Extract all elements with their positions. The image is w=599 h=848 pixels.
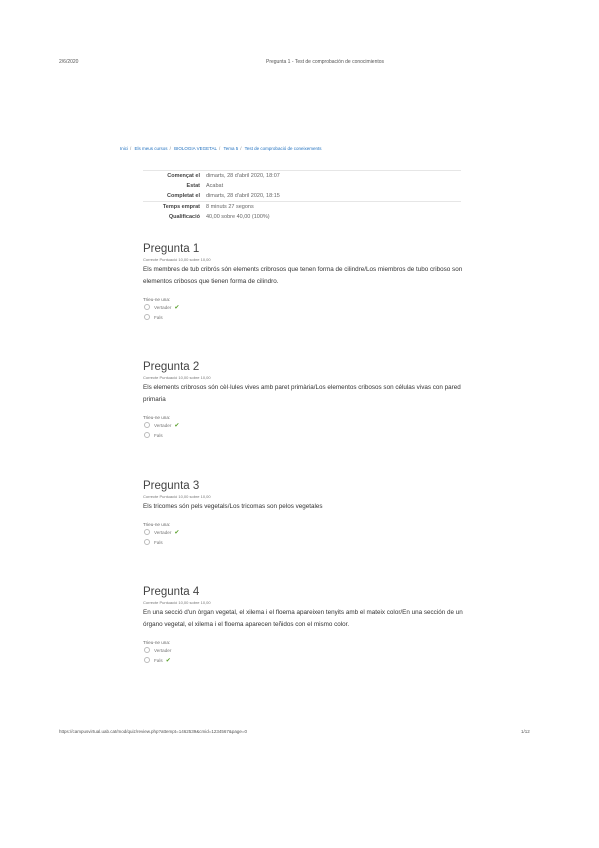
question-text: En una secció d'un òrgan vegetal, el xil…	[143, 609, 463, 628]
option-label: Vertader	[154, 422, 172, 428]
summary-value: dimarts, 28 d'abril 2020, 18:07	[206, 173, 280, 179]
question-text: Els membres de tub cribrós són elements …	[143, 266, 463, 285]
question-meta: Correcte Puntuació 10,00 sobre 10,00	[143, 600, 211, 605]
question-meta: Correcte Puntuació 10,00 sobre 10,00	[143, 494, 211, 499]
summary-value: 40,00 sobre 40,00 (100%)	[206, 214, 270, 220]
answer-option[interactable]: Fals	[143, 537, 473, 547]
option-label: Fals	[154, 314, 163, 320]
breadcrumb-item[interactable]: Tema 5	[223, 146, 238, 151]
option-label: Vertader	[154, 647, 172, 653]
answer-option[interactable]: Vertader	[143, 645, 473, 655]
radio-icon[interactable]	[144, 314, 150, 320]
check-icon: ✔	[174, 529, 180, 536]
option-label: Vertader	[154, 304, 172, 310]
answer-option[interactable]: Vertader ✔	[143, 527, 473, 537]
breadcrumb-item[interactable]: BIOLOGIA VEGETAL	[174, 146, 217, 151]
breadcrumb-separator: /	[219, 146, 221, 151]
answer-option[interactable]: Vertader ✔	[143, 302, 473, 312]
summary-row: Completat el dimarts, 28 d'abril 2020, 18…	[143, 191, 461, 202]
breadcrumb-separator: /	[130, 146, 132, 151]
question-meta: Correcte Puntuació 10,00 sobre 10,00	[143, 375, 211, 380]
breadcrumb-item[interactable]: Inici	[120, 146, 128, 151]
radio-icon[interactable]	[144, 647, 150, 653]
question-text: Els elements cribrosos són cèl·lules viv…	[143, 384, 461, 403]
answer-option[interactable]: Fals	[143, 312, 473, 322]
radio-icon[interactable]	[144, 657, 150, 663]
question-block: Pregunta 4 Correcte Puntuació 10,00 sobr…	[143, 585, 473, 665]
summary-label: Qualificació	[168, 214, 200, 220]
question-block: Pregunta 1 Correcte Puntuació 10,00 sobr…	[143, 242, 473, 322]
summary-label: Estat	[186, 183, 200, 189]
page-title: Pregunta 1 - Test de comprobación de con…	[266, 59, 385, 65]
radio-icon[interactable]	[144, 539, 150, 545]
question-title: Pregunta 1	[143, 243, 200, 255]
question-meta: Correcte Puntuació 10,00 sobre 10,00	[143, 257, 211, 262]
print-date: 2/6/2020	[59, 59, 79, 65]
page-number: 1/12	[521, 729, 530, 734]
breadcrumb-item[interactable]: Test de comprobació de coneixements	[245, 146, 322, 151]
summary-value: Acabat	[206, 183, 224, 189]
question-text: Els tricomes són pels vegetals/Los trico…	[143, 503, 323, 510]
option-label: Fals	[154, 657, 163, 663]
radio-icon[interactable]	[144, 304, 150, 310]
breadcrumb-item[interactable]: Els meus cursos	[135, 146, 168, 151]
question-block: Pregunta 2 Correcte Puntuació 10,00 sobr…	[143, 360, 473, 440]
option-label: Fals	[154, 539, 163, 545]
summary-row: Qualificació 40,00 sobre 40,00 (100%)	[143, 212, 461, 222]
breadcrumb-separator: /	[240, 146, 242, 151]
radio-icon[interactable]	[144, 422, 150, 428]
question-block: Pregunta 3 Correcte Puntuació 10,00 sobr…	[143, 479, 473, 547]
breadcrumb-separator: /	[169, 146, 171, 151]
radio-icon[interactable]	[144, 432, 150, 438]
check-icon: ✔	[174, 422, 180, 429]
summary-label: Completat el	[166, 193, 200, 199]
radio-icon[interactable]	[144, 529, 150, 535]
summary-row: Estat Acabat	[143, 181, 461, 191]
answer-option[interactable]: Fals	[143, 430, 473, 440]
attempt-summary: Començat el dimarts, 28 d'abril 2020, 18:…	[143, 170, 461, 222]
breadcrumb: Inici / Els meus cursos / BIOLOGIA VEGETAL…	[120, 146, 321, 151]
check-icon: ✔	[165, 657, 171, 664]
footer-url: https://campusvirtual.uab.cat/mod/quiz/r…	[59, 729, 248, 734]
check-icon: ✔	[174, 304, 180, 311]
summary-value: 8 minuts 27 segons	[206, 204, 254, 210]
summary-label: Temps emprat	[162, 204, 200, 210]
option-label: Vertader	[154, 529, 172, 535]
summary-label: Començat el	[167, 173, 200, 179]
answer-option[interactable]: Vertader ✔	[143, 420, 473, 430]
question-title: Pregunta 3	[143, 480, 200, 492]
question-title: Pregunta 4	[143, 586, 200, 598]
summary-value: dimarts, 28 d'abril 2020, 18:15	[206, 193, 280, 199]
summary-row: Temps emprat 8 minuts 27 segons	[143, 202, 461, 212]
option-label: Fals	[154, 432, 163, 438]
question-title: Pregunta 2	[143, 361, 200, 373]
answer-option[interactable]: Fals ✔	[143, 655, 473, 665]
summary-row: Començat el dimarts, 28 d'abril 2020, 18:…	[143, 171, 461, 181]
